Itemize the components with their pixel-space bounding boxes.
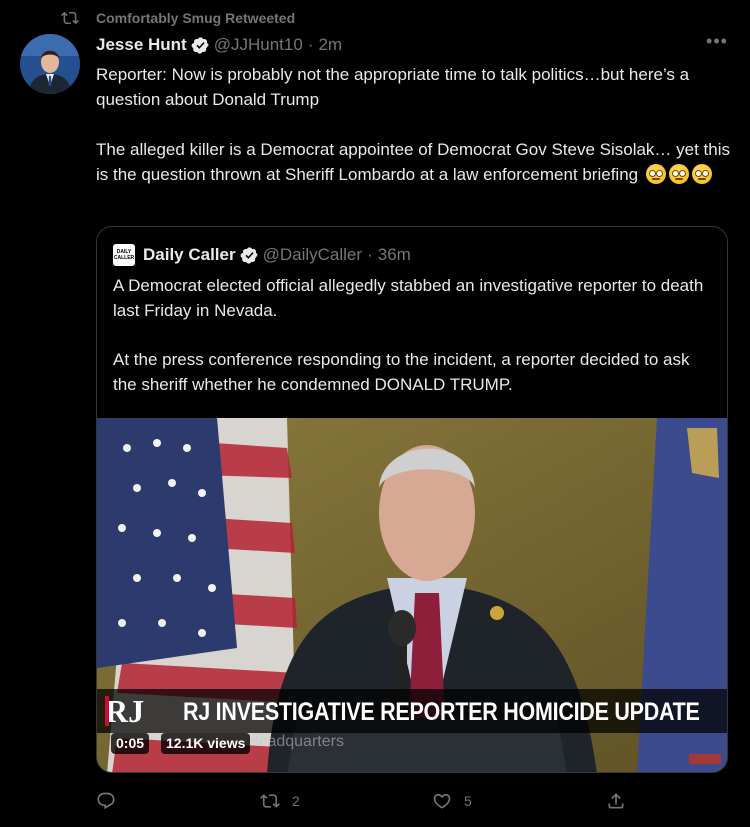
quoted-text-paragraph-2: At the press conference responding to th…: [113, 350, 690, 394]
daily-caller-logo: DAILY CALLER: [113, 244, 135, 266]
retweet-icon: [61, 11, 79, 25]
video-watermark: [689, 754, 721, 764]
like-count: 5: [464, 793, 472, 809]
quoted-author-handle[interactable]: @DailyCaller: [263, 245, 362, 265]
video-lower-third: RJ RJ INVESTIGATIVE REPORTER HOMICIDE UP…: [97, 689, 727, 733]
tweet-text: Reporter: Now is probably not the approp…: [96, 62, 736, 187]
avatar[interactable]: [20, 34, 80, 94]
rj-logo: RJ: [105, 694, 153, 728]
tweet-timestamp[interactable]: 2m: [318, 35, 342, 55]
retweet-label[interactable]: Comfortably Smug Retweeted: [96, 10, 295, 26]
author-name[interactable]: Jesse Hunt: [96, 35, 187, 55]
author-handle[interactable]: @JJHunt10: [214, 35, 303, 55]
video-headline: RJ INVESTIGATIVE REPORTER HOMICIDE UPDAT…: [183, 698, 700, 726]
like-heart-icon: [433, 793, 451, 809]
rolling-eyes-emoji-1: [645, 164, 666, 184]
like-button[interactable]: 5: [432, 790, 472, 812]
rj-logo-text: RJ: [105, 693, 145, 729]
rolling-eyes-emoji-2: [668, 164, 689, 184]
verified-badge-icon: [191, 36, 209, 54]
reply-icon: [97, 792, 115, 810]
verified-badge-icon: [240, 246, 258, 264]
more-options-icon[interactable]: •••: [704, 32, 730, 54]
quoted-author-name[interactable]: Daily Caller: [143, 245, 236, 265]
separator-dot: ·: [367, 245, 373, 264]
share-button[interactable]: [606, 790, 626, 812]
quoted-timestamp[interactable]: 36m: [378, 245, 411, 265]
tweet-text-paragraph-1: Reporter: Now is probably not the approp…: [96, 65, 690, 109]
tweet-header: Jesse Hunt @JJHunt10 · 2m: [96, 34, 342, 56]
tweet-text-paragraph-2-text: The alleged killer is a Democrat appoint…: [96, 140, 731, 184]
video-timestamp: 0:05: [111, 733, 150, 754]
video-player[interactable]: RJ RJ INVESTIGATIVE REPORTER HOMICIDE UP…: [97, 418, 727, 772]
rolling-eyes-emoji-3: [691, 164, 712, 184]
video-subline: Headquarters: [247, 733, 344, 750]
video-view-count: 12.1K views: [161, 733, 251, 754]
quoted-tweet-header: DAILY CALLER Daily Caller @DailyCaller · …: [113, 244, 411, 266]
tweet-text-paragraph-2: The alleged killer is a Democrat appoint…: [96, 137, 736, 187]
quoted-tweet[interactable]: DAILY CALLER Daily Caller @DailyCaller · …: [96, 226, 728, 773]
reply-button[interactable]: [96, 790, 116, 812]
retweet-button[interactable]: 2: [260, 790, 300, 812]
share-icon: [608, 793, 624, 809]
retweet-count: 2: [292, 793, 300, 809]
tweet-actions: 2 5: [96, 790, 636, 812]
quoted-text-paragraph-1: A Democrat elected official allegedly st…: [113, 276, 704, 320]
quoted-tweet-text: A Democrat elected official allegedly st…: [113, 273, 713, 397]
separator-dot: ·: [307, 35, 314, 54]
retweet-icon: [260, 794, 280, 808]
